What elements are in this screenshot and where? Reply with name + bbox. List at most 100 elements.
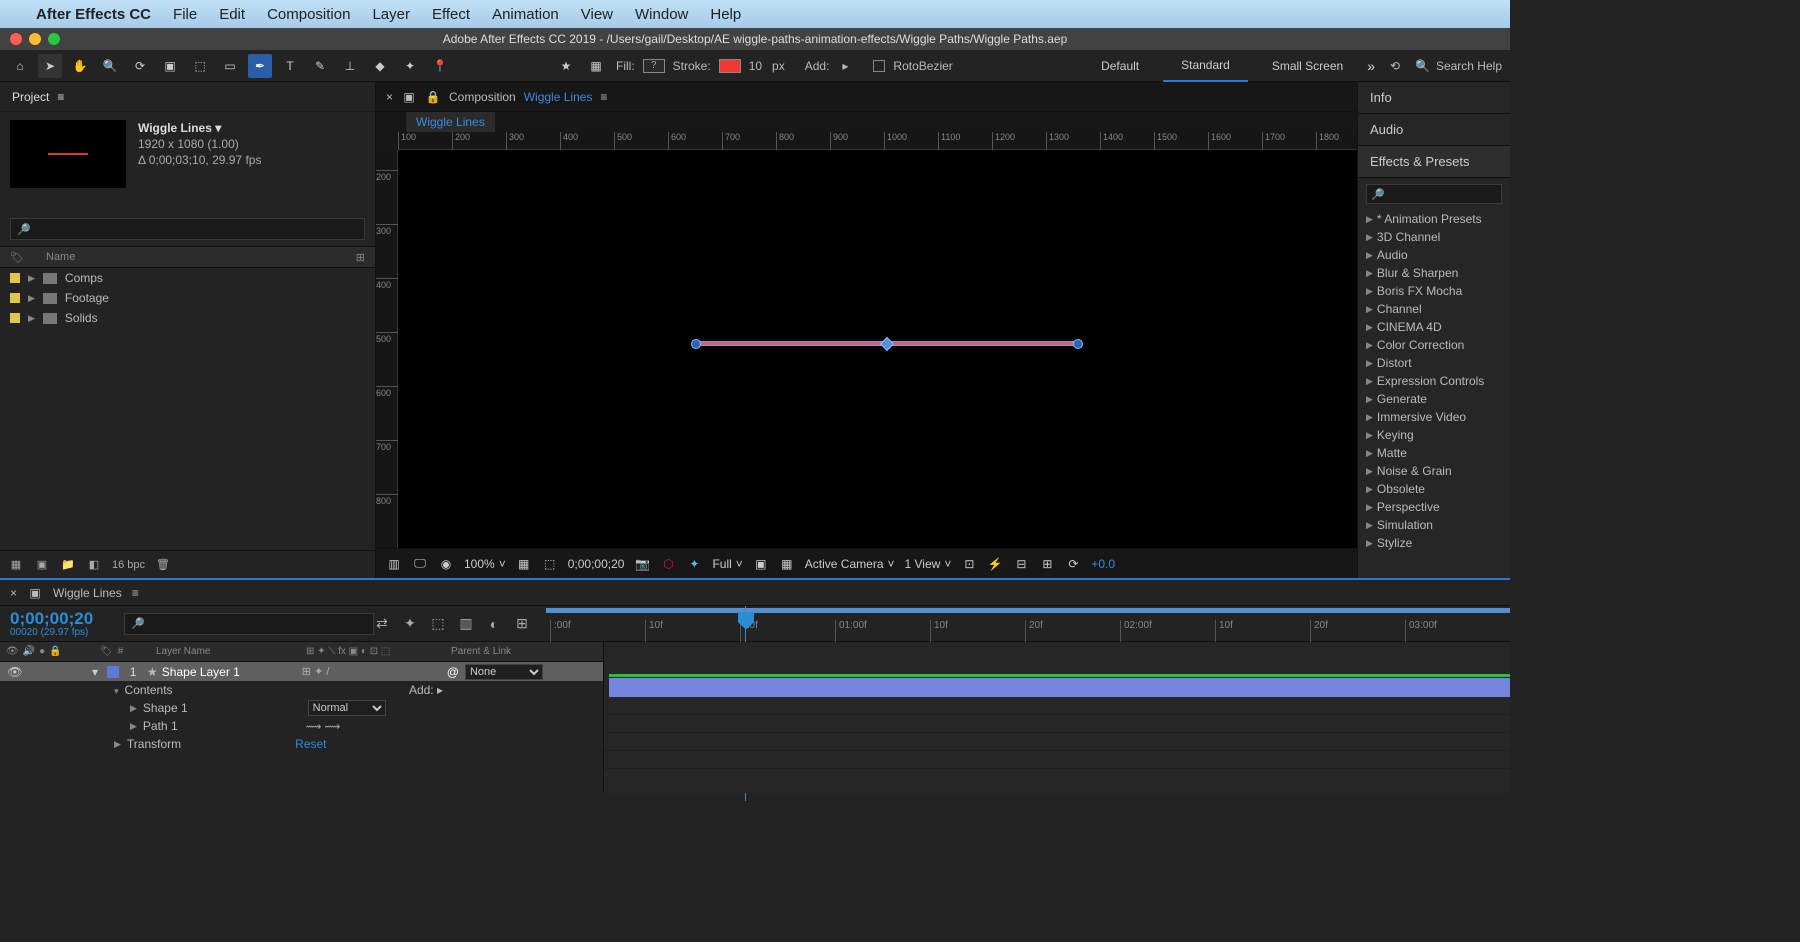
camera-dropdown[interactable]: Active Camera ˅ bbox=[805, 557, 895, 571]
folder-footage[interactable]: ▶Footage bbox=[0, 288, 375, 308]
interpret-icon[interactable]: ▦ bbox=[8, 557, 24, 573]
comp-thumbnail[interactable] bbox=[10, 120, 126, 188]
add-content-icon[interactable]: ▸ bbox=[437, 683, 443, 697]
zoom-icon[interactable] bbox=[48, 33, 60, 45]
fx-category[interactable]: ▶CINEMA 4D bbox=[1358, 318, 1510, 336]
comp-crumb[interactable]: Wiggle Lines bbox=[524, 90, 593, 104]
fx-category[interactable]: ▶Color Correction bbox=[1358, 336, 1510, 354]
work-area-bar[interactable] bbox=[546, 608, 1510, 613]
new-comp-icon[interactable]: ▣ bbox=[34, 557, 50, 573]
hand-tool-icon[interactable]: ✋ bbox=[68, 54, 92, 78]
tag-icon[interactable]: 🏷 bbox=[10, 251, 24, 264]
reset-link[interactable]: Reset bbox=[295, 737, 326, 751]
shape-path[interactable] bbox=[695, 341, 1079, 346]
path-handle-right[interactable] bbox=[1073, 339, 1083, 349]
star-icon[interactable]: ★ bbox=[554, 54, 578, 78]
close-icon[interactable] bbox=[10, 33, 22, 45]
close-tab-icon[interactable]: × bbox=[386, 90, 393, 104]
minimize-icon[interactable] bbox=[29, 33, 41, 45]
fx-category[interactable]: ▶Channel bbox=[1358, 300, 1510, 318]
effects-presets-panel[interactable]: Effects & Presets bbox=[1358, 146, 1510, 178]
comp-flow-icon[interactable]: ⊞ bbox=[1039, 556, 1055, 572]
close-tab-icon[interactable]: × bbox=[10, 586, 17, 600]
transparency-grid-icon[interactable]: ▦ bbox=[584, 54, 608, 78]
menu-edit[interactable]: Edit bbox=[219, 6, 245, 23]
fx-category[interactable]: ▶Distort bbox=[1358, 354, 1510, 372]
menu-layer[interactable]: Layer bbox=[372, 6, 410, 23]
zoom-tool-icon[interactable]: 🔍 bbox=[98, 54, 122, 78]
frame-blend-icon[interactable]: ▥ bbox=[458, 616, 474, 632]
menu-file[interactable]: File bbox=[173, 6, 197, 23]
menu-window[interactable]: Window bbox=[635, 6, 688, 23]
new-folder-icon[interactable]: 📁 bbox=[60, 557, 76, 573]
path-handle-center[interactable] bbox=[880, 337, 894, 351]
layer-name[interactable]: Shape Layer 1 bbox=[162, 665, 302, 679]
roto-tool-icon[interactable]: ✦ bbox=[398, 54, 422, 78]
fx-category[interactable]: ▶Generate bbox=[1358, 390, 1510, 408]
path-handle-left[interactable] bbox=[691, 339, 701, 349]
folder-comps[interactable]: ▶Comps bbox=[0, 268, 375, 288]
path-group[interactable]: ▶Path 1 ⟿ ⟿ bbox=[0, 717, 603, 735]
fx-category[interactable]: ▶Audio bbox=[1358, 246, 1510, 264]
layer-switches[interactable]: ⊞ ✦ / bbox=[302, 665, 447, 678]
resolution-dropdown[interactable]: Full ˅ bbox=[712, 557, 742, 571]
snapshot-icon[interactable]: 📷 bbox=[634, 556, 650, 572]
composition-viewer[interactable]: 1002003004005006007008009001000110012001… bbox=[376, 132, 1357, 548]
workspace-overflow-icon[interactable]: » bbox=[1367, 58, 1375, 74]
layer-duration-bar[interactable] bbox=[609, 678, 1510, 697]
shape-tool-icon[interactable]: ▭ bbox=[218, 54, 242, 78]
label-column-icon[interactable]: 🏷 bbox=[100, 646, 113, 657]
anchor-tool-icon[interactable]: ⬚ bbox=[188, 54, 212, 78]
text-tool-icon[interactable]: T bbox=[278, 54, 302, 78]
trash-icon[interactable]: 🗑 bbox=[155, 557, 171, 573]
panel-menu-icon[interactable]: ≡ bbox=[600, 90, 607, 104]
fx-category[interactable]: ▶Expression Controls bbox=[1358, 372, 1510, 390]
menu-composition[interactable]: Composition bbox=[267, 6, 350, 23]
menu-help[interactable]: Help bbox=[710, 6, 741, 23]
timeline-icon[interactable]: ⊟ bbox=[1013, 556, 1029, 572]
fx-category[interactable]: ▶Immersive Video bbox=[1358, 408, 1510, 426]
draft3d-icon[interactable]: ✦ bbox=[402, 616, 418, 632]
timecode-display[interactable]: 0;00;00;20 bbox=[568, 557, 625, 571]
effects-list[interactable]: ▶* Animation Presets▶3D Channel▶Audio▶Bl… bbox=[1358, 210, 1510, 578]
camera-tool-icon[interactable]: ▣ bbox=[158, 54, 182, 78]
timeline-search[interactable]: 🔎 bbox=[124, 613, 374, 635]
fx-category[interactable]: ▶* Animation Presets bbox=[1358, 210, 1510, 228]
folder-solids[interactable]: ▶Solids bbox=[0, 308, 375, 328]
zoom-dropdown[interactable]: 100% ˅ bbox=[464, 557, 506, 571]
panel-menu-icon[interactable]: ≡ bbox=[57, 90, 64, 104]
fast-preview-icon[interactable]: ⚡ bbox=[987, 556, 1003, 572]
layer-name-column[interactable]: Layer Name bbox=[156, 646, 306, 657]
fill-swatch[interactable]: ? bbox=[643, 59, 665, 73]
mac-menu-bar[interactable]: After Effects CC File Edit Composition L… bbox=[0, 0, 1510, 28]
audio-panel[interactable]: Audio bbox=[1358, 114, 1510, 146]
comp-tab-bar[interactable]: × ▣ 🔒 Composition Wiggle Lines ≡ bbox=[376, 82, 1357, 112]
menu-animation[interactable]: Animation bbox=[492, 6, 559, 23]
fx-category[interactable]: ▶Perspective bbox=[1358, 498, 1510, 516]
fx-category[interactable]: ▶Blur & Sharpen bbox=[1358, 264, 1510, 282]
display-icon[interactable]: 🖵 bbox=[412, 556, 428, 572]
add-menu-icon[interactable]: ▸ bbox=[837, 58, 853, 74]
workspace-reset-icon[interactable]: ⟲ bbox=[1387, 58, 1403, 74]
name-column[interactable]: Name bbox=[46, 251, 75, 263]
comp-mini-flowchart-icon[interactable]: ⇄ bbox=[374, 616, 390, 632]
stroke-width-value[interactable]: 10 bbox=[749, 59, 762, 73]
workspace-default[interactable]: Default bbox=[1083, 50, 1157, 82]
path-icons[interactable]: ⟿ ⟿ bbox=[306, 720, 341, 733]
parent-column[interactable]: Parent & Link bbox=[451, 646, 603, 657]
comp-name[interactable]: Wiggle Lines ▾ bbox=[138, 120, 261, 136]
selection-tool-icon[interactable]: ➤ bbox=[38, 54, 62, 78]
eye-column-icon[interactable]: 👁 bbox=[6, 646, 19, 657]
channel-icon[interactable]: ⬡ bbox=[660, 556, 676, 572]
vr-icon[interactable]: ◉ bbox=[438, 556, 454, 572]
fx-category[interactable]: ▶Matte bbox=[1358, 444, 1510, 462]
parent-dropdown[interactable]: None bbox=[465, 664, 543, 680]
grid-icon[interactable]: ▦ bbox=[516, 556, 532, 572]
eraser-tool-icon[interactable]: ◆ bbox=[368, 54, 392, 78]
region-icon[interactable]: ▣ bbox=[753, 556, 769, 572]
view-dropdown[interactable]: 1 View ˅ bbox=[905, 557, 952, 571]
info-panel[interactable]: Info bbox=[1358, 82, 1510, 114]
flowchart-tab[interactable]: Wiggle Lines bbox=[406, 112, 495, 132]
workspace-standard[interactable]: Standard bbox=[1163, 50, 1248, 82]
mask-icon[interactable]: ⬚ bbox=[542, 556, 558, 572]
